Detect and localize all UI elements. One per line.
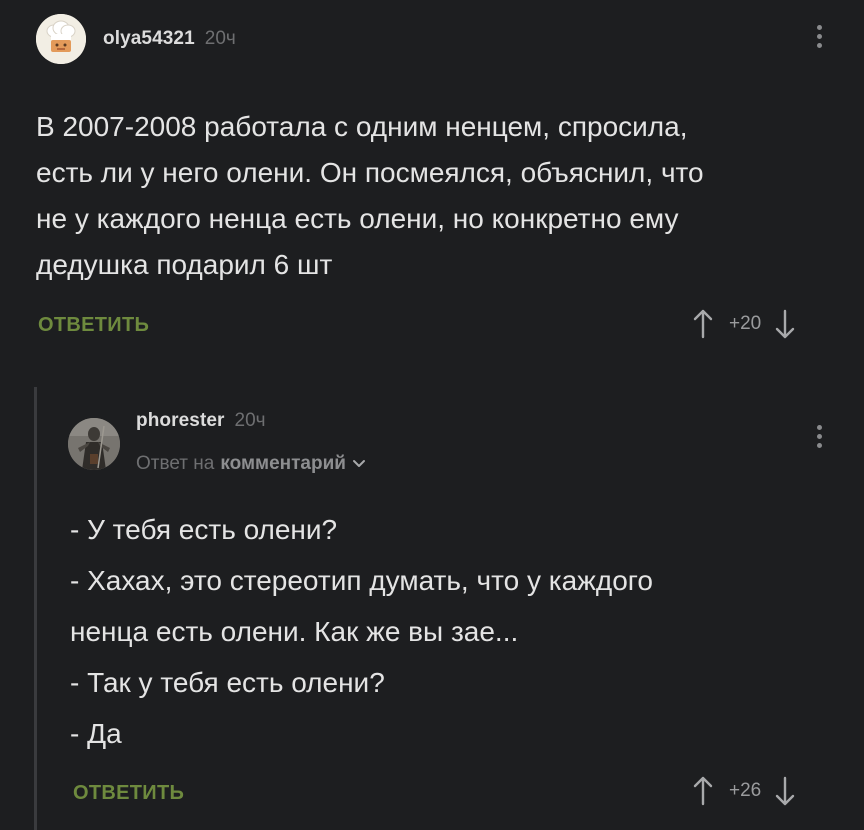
reply-to-link[interactable]: комментарий — [220, 453, 346, 475]
comment-text: В 2007-2008 работала с одним ненцем, спр… — [36, 111, 704, 280]
rating-count: +26 — [729, 780, 762, 801]
vote-controls: +20 — [693, 309, 795, 339]
warrior-avatar-icon — [68, 418, 120, 470]
more-options-icon[interactable] — [817, 25, 822, 48]
comment-time: 20ч — [234, 410, 266, 431]
upvote-icon[interactable] — [693, 776, 713, 806]
avatar[interactable] — [68, 418, 120, 470]
reply-to-prefix: Ответ на — [136, 453, 215, 474]
vote-controls: +26 — [693, 776, 795, 806]
chef-avatar-icon — [36, 14, 86, 64]
downvote-icon[interactable] — [775, 309, 795, 339]
author-name[interactable]: phorester — [136, 410, 225, 432]
thread-line[interactable] — [34, 387, 37, 830]
comment-header: phorester 20ч — [136, 410, 266, 432]
comments-page: olya54321 20ч В 2007-2008 работала с одн… — [0, 0, 864, 830]
reply-to-line: Ответ на комментарий — [136, 453, 366, 475]
avatar[interactable] — [36, 14, 86, 64]
reply-button[interactable]: ОТВЕТИТЬ — [73, 782, 184, 805]
comment-header: olya54321 20ч — [36, 14, 236, 64]
chevron-down-icon[interactable] — [352, 459, 366, 469]
more-options-icon[interactable] — [817, 425, 822, 448]
rating-count: +20 — [729, 313, 762, 334]
author-name[interactable]: olya54321 — [103, 28, 195, 50]
reply-button[interactable]: ОТВЕТИТЬ — [38, 314, 149, 337]
comment-text: - У тебя есть олени? - Хахах, это стерео… — [70, 514, 653, 749]
downvote-icon[interactable] — [775, 776, 795, 806]
comment-time: 20ч — [204, 28, 236, 49]
upvote-icon[interactable] — [693, 309, 713, 339]
